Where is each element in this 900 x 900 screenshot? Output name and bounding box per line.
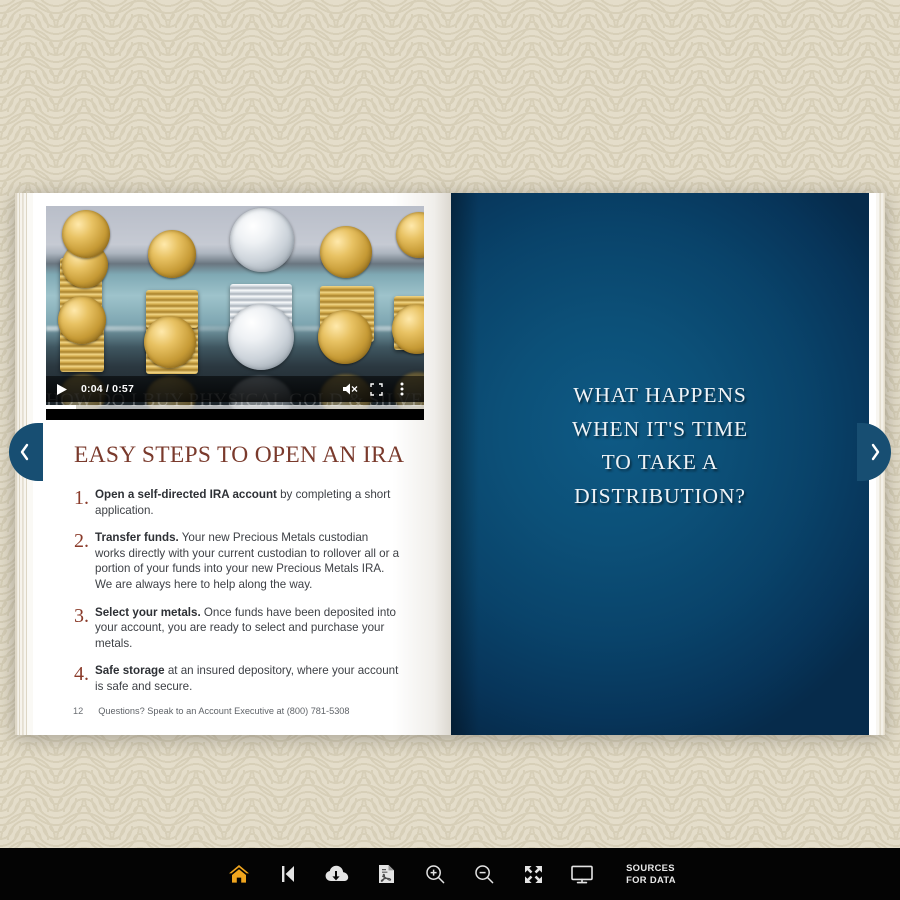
video-time-display: 0:04 / 0:57 [81, 383, 134, 395]
chapter-title-line: TO TAKE A [601, 450, 719, 474]
coin [228, 304, 294, 370]
pdf-button[interactable] [371, 859, 401, 889]
coin [144, 316, 196, 368]
coin [396, 212, 424, 258]
flipbook-stage: HOW DO I BUY PHYSICAL GOLD & SILVER? 0:0… [0, 0, 900, 848]
chevron-left-icon [18, 442, 31, 462]
page-footer: 12 Questions? Speak to an Account Execut… [33, 706, 451, 716]
zoom-in-icon [425, 864, 445, 884]
step-lead: Safe storage [95, 664, 165, 678]
step-lead: Transfer funds. [95, 531, 179, 545]
footer-text: Questions? Speak to an Account Executive… [98, 706, 350, 716]
chevron-right-icon [869, 442, 882, 462]
page-left[interactable]: HOW DO I BUY PHYSICAL GOLD & SILVER? 0:0… [33, 193, 451, 735]
home-button[interactable] [224, 859, 254, 889]
page-right[interactable]: WHAT HAPPENS WHEN IT'S TIME TO TAKE A DI… [451, 193, 869, 735]
viewer-toolbar[interactable]: SOURCES FOR DATA [0, 848, 900, 900]
home-icon [228, 864, 250, 884]
pdf-document-icon [378, 864, 395, 884]
more-options-kebab-icon[interactable] [389, 378, 415, 400]
chapter-title-line: DISTRIBUTION? [574, 483, 746, 508]
coin [230, 208, 294, 272]
step-text: Select your metals. Once funds have been… [95, 605, 400, 652]
chapter-title-line: WHAT HAPPENS [573, 383, 747, 407]
left-page-content: EASY STEPS TO OPEN AN IRA 1. Open a self… [46, 420, 438, 695]
coin [58, 296, 106, 344]
step-number: 2. [74, 530, 89, 553]
zoom-out-icon [474, 864, 494, 884]
step-number: 1. [74, 487, 89, 509]
coin [62, 210, 110, 258]
step-number: 4. [74, 663, 89, 686]
download-button[interactable] [322, 859, 352, 889]
step-text: Safe storage at an insured depository, w… [95, 663, 400, 694]
chapter-title-line: WHEN IT'S TIME [571, 416, 749, 441]
embedded-video-player[interactable]: HOW DO I BUY PHYSICAL GOLD & SILVER? 0:0… [46, 206, 424, 420]
skip-to-first-page-icon [280, 865, 296, 883]
zoom-out-button[interactable] [469, 859, 499, 889]
coin [148, 230, 196, 278]
step-lead: Open a self-directed IRA account [95, 488, 277, 501]
fullscreen-icon[interactable] [363, 378, 389, 400]
coin [318, 310, 372, 364]
list-item: 1. Open a self-directed IRA account by c… [74, 487, 416, 518]
list-item: 2. Transfer funds. Your new Precious Met… [74, 530, 416, 592]
list-item: 3. Select your metals. Once funds have b… [74, 605, 416, 652]
step-lead: Select your metals. [95, 605, 201, 619]
step-text: Open a self-directed IRA account by comp… [95, 487, 400, 518]
list-item: 4. Safe storage at an insured depository… [74, 663, 416, 694]
play-icon[interactable] [55, 383, 75, 396]
step-text: Transfer funds. Your new Precious Metals… [95, 530, 400, 592]
next-page-button[interactable] [857, 423, 891, 481]
sources-label-line1: SOURCES [626, 862, 675, 873]
chapter-title: WHAT HAPPENS WHEN IT'S TIME TO TAKE A DI… [451, 379, 869, 513]
presentation-button[interactable] [567, 859, 597, 889]
first-page-button[interactable] [273, 859, 303, 889]
monitor-presentation-icon [571, 865, 593, 884]
page-title: EASY STEPS TO OPEN AN IRA [74, 442, 405, 468]
sources-for-data-button[interactable]: SOURCES FOR DATA [626, 862, 676, 886]
muted-volume-icon[interactable] [337, 378, 363, 400]
coin [320, 226, 372, 278]
video-letterbox-band [46, 409, 424, 420]
page-number: 12 [73, 706, 84, 716]
expand-arrows-icon [524, 865, 543, 884]
step-number: 3. [74, 604, 89, 627]
book-spread: HOW DO I BUY PHYSICAL GOLD & SILVER? 0:0… [15, 193, 885, 735]
expand-button[interactable] [518, 859, 548, 889]
video-control-bar[interactable]: 0:04 / 0:57 [46, 376, 424, 402]
cloud-download-icon [325, 865, 349, 883]
zoom-in-button[interactable] [420, 859, 450, 889]
sources-label-line2: FOR DATA [626, 874, 676, 885]
